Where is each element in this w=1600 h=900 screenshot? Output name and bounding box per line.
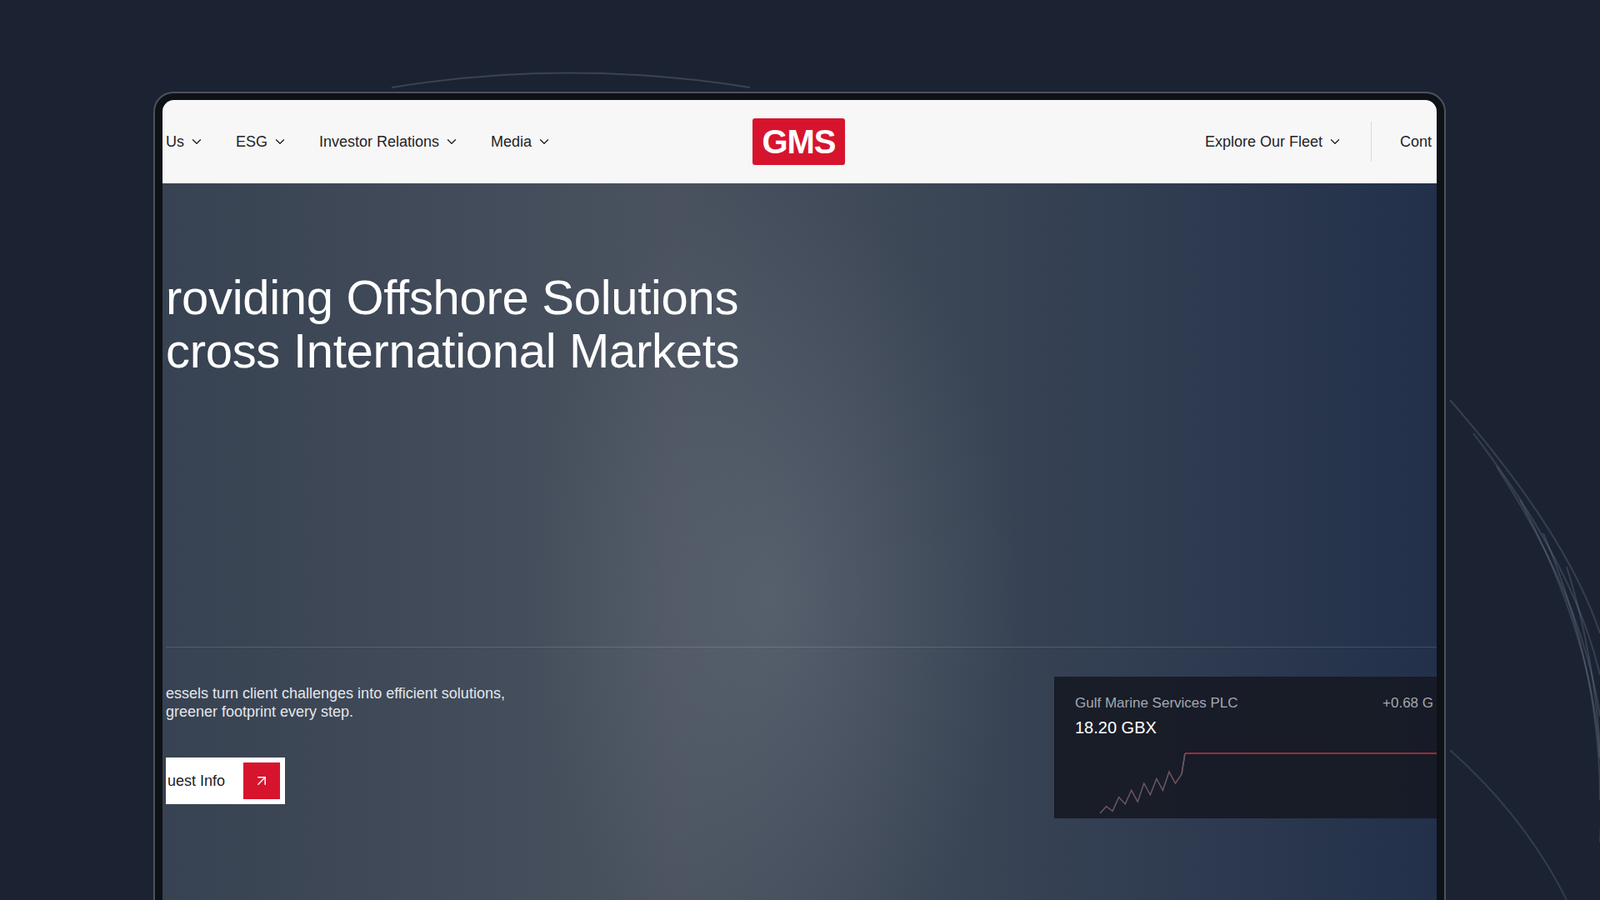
chevron-down-icon — [1327, 134, 1343, 150]
gms-logo[interactable]: GMS — [752, 118, 845, 165]
subtext-line: greener footprint every step. — [165, 702, 505, 721]
hero-subtext: essels turn client challenges into effic… — [165, 684, 505, 721]
stock-change: +0.68 G — [1382, 695, 1434, 712]
request-info-button[interactable]: uest Info — [165, 757, 285, 805]
hero: roviding Offshore Solutionscross Interna… — [162, 183, 1437, 900]
nav-right: Explore Our Fleet Cont — [845, 121, 1432, 162]
nav-item[interactable]: Explore Our Fleet — [1205, 133, 1343, 151]
top-nav: UsESGInvestor RelationsMediaGMSExplore O… — [162, 100, 1437, 184]
hero-bottom-row: essels turn client challenges into effic… — [165, 676, 1437, 819]
stock-name: Gulf Marine Services PLC — [1075, 695, 1239, 712]
stock-header: Gulf Marine Services PLC +0.68 G — [1075, 695, 1437, 712]
chevron-down-icon — [536, 134, 552, 150]
chevron-down-icon — [444, 134, 460, 150]
subtext-line: essels turn client challenges into effic… — [165, 684, 505, 703]
nav-item[interactable]: Media — [490, 133, 552, 151]
website-screen: UsESGInvestor RelationsMediaGMSExplore O… — [162, 100, 1437, 900]
chevron-down-icon — [189, 134, 205, 150]
nav-item[interactable]: Investor Relations — [319, 133, 460, 151]
nav-left: Us ESG Investor Relations Media — [165, 133, 753, 151]
nav-item[interactable]: ESG — [235, 133, 288, 151]
hero-intro: essels turn client challenges into effic… — [165, 676, 505, 805]
nav-divider — [1370, 121, 1372, 162]
headline-line: cross International Markets — [165, 324, 1437, 378]
stock-widget: Gulf Marine Services PLC +0.68 G 18.20 GBX — [1054, 676, 1437, 819]
chevron-down-icon — [272, 134, 288, 150]
history-line — [1100, 753, 1185, 814]
stock-chart — [1075, 739, 1437, 816]
hero-divider — [165, 646, 1437, 648]
page: UsESGInvestor RelationsMediaGMSExplore O… — [0, 0, 1600, 900]
hero-headline: roviding Offshore Solutionscross Interna… — [165, 270, 1437, 378]
arrow-box — [243, 762, 280, 800]
device-frame: UsESGInvestor RelationsMediaGMSExplore O… — [153, 91, 1446, 900]
stock-price: 18.20 GBX — [1075, 718, 1437, 738]
headline-line: roviding Offshore Solutions — [165, 270, 1437, 325]
nav-item[interactable]: Us — [165, 133, 205, 151]
arrow-up-right-icon — [253, 772, 270, 790]
contact-link[interactable]: Cont — [1400, 133, 1432, 151]
recent-line — [1185, 752, 1437, 755]
bridge-line — [1181, 753, 1185, 775]
